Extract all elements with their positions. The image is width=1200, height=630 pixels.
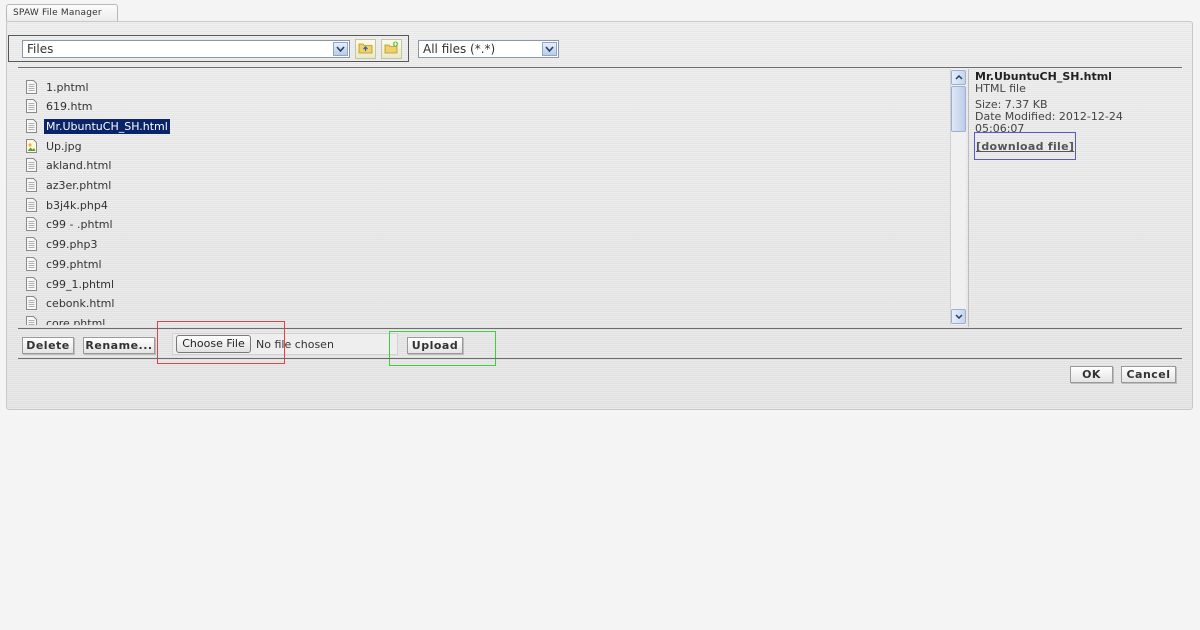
document-icon <box>26 118 38 134</box>
chevron-up-icon <box>954 75 963 80</box>
file-name: akland.html <box>46 159 112 173</box>
directory-select-value: Files <box>27 42 54 56</box>
scroll-up-button[interactable] <box>951 70 966 85</box>
file-filter-value: All files (*.*) <box>423 42 496 56</box>
file-name: c99.phtml <box>46 257 102 271</box>
file-list-item[interactable]: az3er.phtml <box>26 177 113 195</box>
folder-up-button[interactable] <box>355 39 376 59</box>
folder-up-icon <box>358 41 373 57</box>
new-folder-icon <box>384 41 399 57</box>
window-tab[interactable]: SPAW File Manager <box>6 4 118 22</box>
details-divider <box>968 69 969 327</box>
file-filter-select[interactable]: All files (*.*) <box>418 40 559 58</box>
scroll-thumb[interactable] <box>951 86 966 132</box>
file-name: 1.phtml <box>46 80 89 94</box>
file-name: Up.jpg <box>46 139 82 153</box>
document-icon <box>26 296 38 311</box>
file-list-item[interactable]: 1.phtml <box>26 78 91 96</box>
file-name: cebonk.html <box>46 297 115 311</box>
delete-button[interactable]: Delete <box>22 337 74 354</box>
file-list-item[interactable]: core.phtml <box>26 314 107 325</box>
upload-highlight-box <box>389 331 496 366</box>
file-list-scrollbar[interactable] <box>950 69 966 325</box>
file-list-item[interactable]: c99.phtml <box>26 255 104 273</box>
file-name: 619.htm <box>46 100 93 114</box>
file-list[interactable]: 1.phtml 619.htm Mr.UbuntuCH_SH.html Up.jpg a… <box>18 69 950 325</box>
document-icon <box>26 178 38 193</box>
document-icon <box>26 158 38 173</box>
file-name: b3j4k.php4 <box>46 198 108 212</box>
file-name: Mr.UbuntuCH_SH.html <box>44 118 170 134</box>
directory-select[interactable]: Files <box>22 40 350 58</box>
file-list-item[interactable]: akland.html <box>26 157 113 175</box>
rename-button[interactable]: Rename... <box>83 337 155 354</box>
document-icon <box>26 237 38 252</box>
file-name: c99_1.phtml <box>46 277 115 291</box>
document-icon <box>26 197 38 213</box>
file-list-item[interactable]: c99_1.phtml <box>26 275 116 293</box>
file-list-item[interactable]: Mr.UbuntuCH_SH.html <box>26 117 170 135</box>
details-file-type: HTML file <box>975 82 1026 95</box>
ok-button[interactable]: OK <box>1070 366 1113 383</box>
new-folder-button[interactable] <box>381 39 402 59</box>
file-name: c99.php3 <box>46 238 98 252</box>
document-icon <box>26 256 38 272</box>
spaw-file-manager: SPAW File Manager Files All files (*.*) <box>0 0 1200 630</box>
file-list-item[interactable]: Up.jpg <box>26 137 84 155</box>
chevron-down-icon[interactable] <box>542 42 557 56</box>
document-icon <box>26 276 38 292</box>
toolbar-divider <box>18 67 1182 68</box>
scroll-down-button[interactable] <box>951 309 966 324</box>
file-list-item[interactable]: cebonk.html <box>26 295 116 313</box>
cancel-button[interactable]: Cancel <box>1121 366 1176 383</box>
document-icon <box>26 79 38 95</box>
file-list-item[interactable]: c99 - .phtml <box>26 216 115 234</box>
image-icon <box>26 138 38 154</box>
file-list-item[interactable]: c99.php3 <box>26 236 99 254</box>
document-icon <box>26 315 38 325</box>
file-name: core.phtml <box>46 316 106 325</box>
file-list-item[interactable]: b3j4k.php4 <box>26 196 110 214</box>
chevron-down-icon[interactable] <box>333 42 348 56</box>
document-icon <box>26 217 38 232</box>
actions-divider <box>18 358 1182 359</box>
file-name: az3er.phtml <box>46 179 112 192</box>
file-list-item[interactable]: 619.htm <box>26 98 95 116</box>
document-icon <box>26 99 38 114</box>
chevron-down-icon <box>954 314 963 319</box>
file-name: c99 - .phtml <box>46 218 113 232</box>
download-file-link[interactable]: [download file] <box>976 140 1074 153</box>
